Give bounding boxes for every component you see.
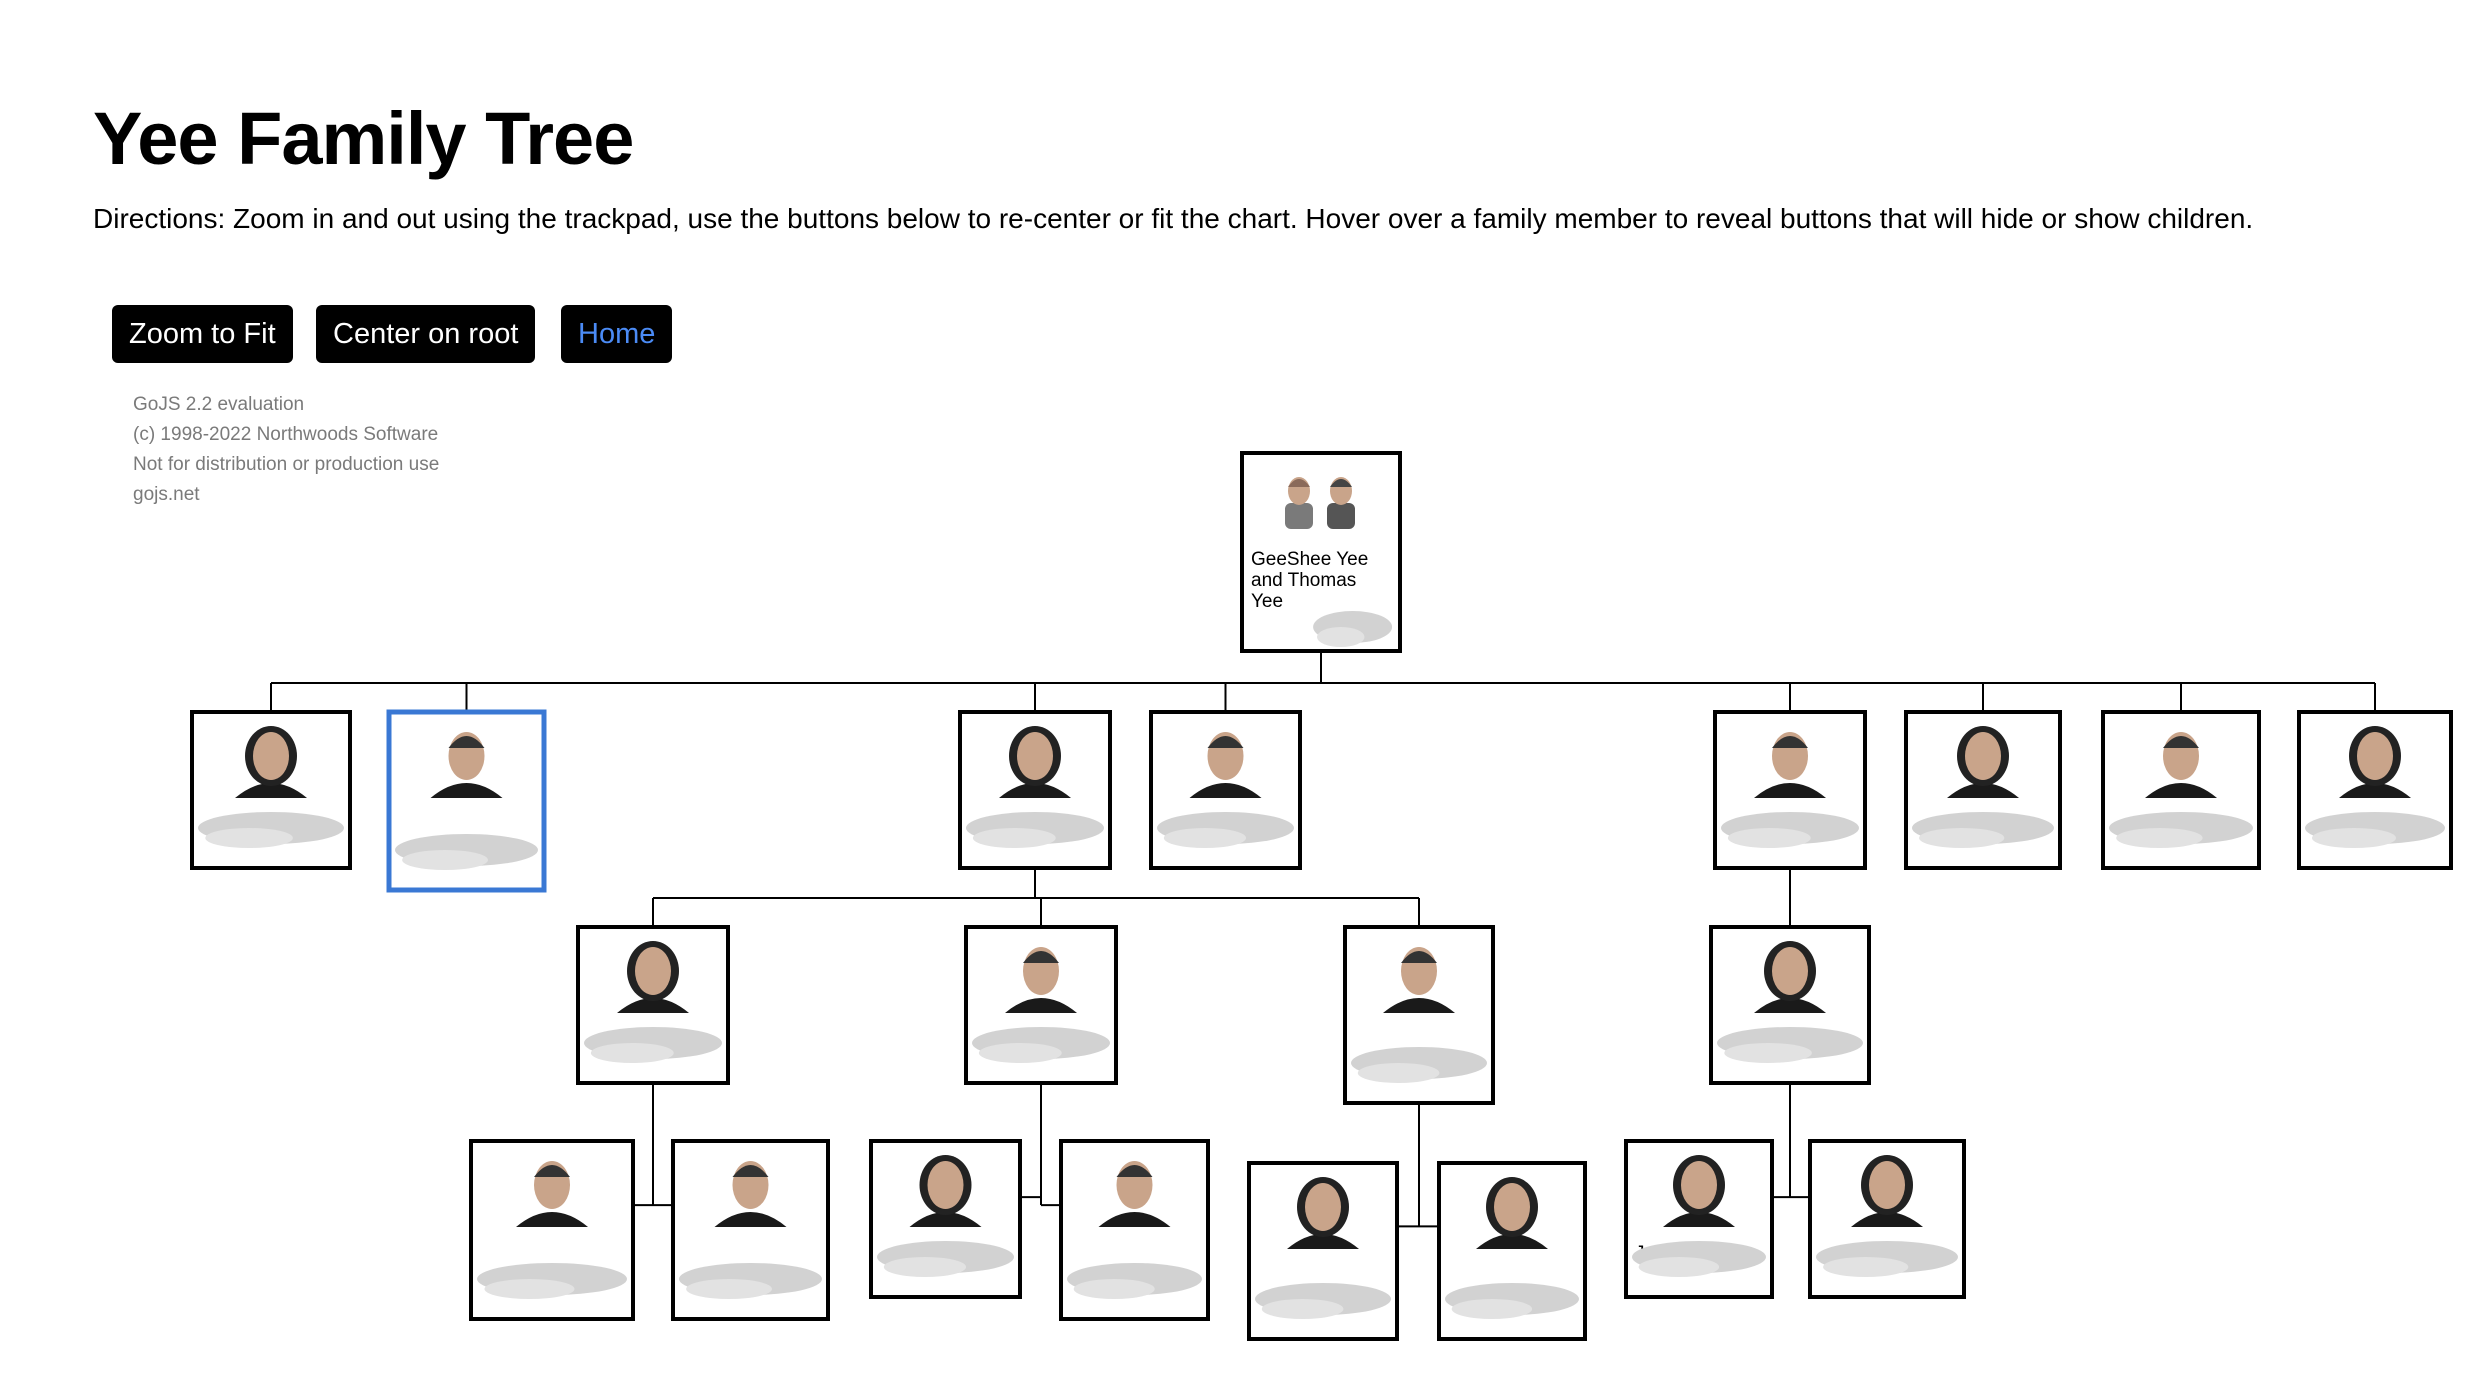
family-member-node[interactable]	[1808, 1139, 1966, 1299]
family-member-node[interactable]	[469, 1139, 635, 1321]
tree-nodes[interactable]: GeeShee Yeeand ThomasYee Julia Grimes	[190, 451, 2453, 1341]
family-member-node[interactable]	[869, 1139, 1022, 1299]
family-member-node[interactable]	[1059, 1139, 1210, 1321]
family-member-node[interactable]: Julia Grimes	[1624, 1139, 1774, 1299]
family-member-node[interactable]	[386, 709, 547, 893]
family-member-node[interactable]	[1247, 1161, 1399, 1341]
family-member-node[interactable]	[190, 710, 352, 870]
family-member-node[interactable]	[671, 1139, 830, 1321]
family-member-node[interactable]	[1149, 710, 1302, 870]
family-member-node[interactable]	[576, 925, 730, 1085]
root-node[interactable]: GeeShee Yee and Thomas Yee	[1240, 451, 1402, 653]
family-member-node[interactable]	[964, 925, 1118, 1085]
family-member-node[interactable]	[1437, 1161, 1587, 1341]
family-member-node[interactable]	[958, 710, 1112, 870]
family-tree-diagram[interactable]: GeeShee Yeeand ThomasYee Julia Grimes	[0, 0, 2466, 1398]
family-member-node[interactable]	[1904, 710, 2062, 870]
family-member-node[interactable]	[1709, 925, 1871, 1085]
family-member-node[interactable]	[2101, 710, 2261, 870]
family-member-node[interactable]	[1343, 925, 1495, 1105]
family-member-node[interactable]	[1713, 710, 1867, 870]
family-member-node[interactable]	[2297, 710, 2453, 870]
